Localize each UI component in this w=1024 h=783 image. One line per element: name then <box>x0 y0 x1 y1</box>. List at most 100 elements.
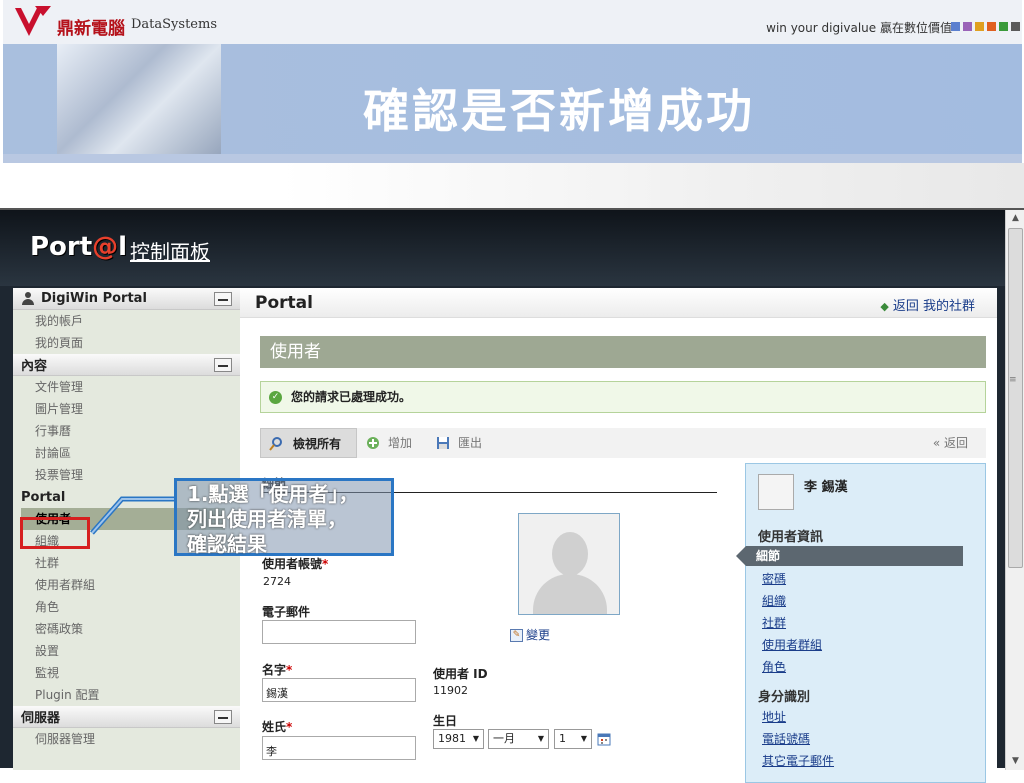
callout-line: 列出使用者清單， <box>187 507 347 531</box>
portal-logo[interactable]: Port@l <box>30 232 127 262</box>
sidebar-item-settings[interactable]: 設置 <box>13 640 240 662</box>
slide-title: 確認是否新增成功 <box>363 84 755 138</box>
add-label: 增加 <box>388 436 413 450</box>
sidebar-item-my-pages[interactable]: 我的頁面 <box>13 332 240 354</box>
company-name-en: DataSystems <box>131 17 217 32</box>
panel-link-other-emails[interactable]: 其它電子郵件 <box>762 752 834 769</box>
birthday-year-select[interactable]: 1981 <box>433 729 484 749</box>
sidebar-item-password-policies[interactable]: 密碼政策 <box>13 618 240 640</box>
first-name-label: 名字* <box>262 663 293 677</box>
collapse-icon[interactable] <box>214 709 232 724</box>
user-name: 李 錫漢 <box>804 480 848 495</box>
banner-bottom-bar <box>3 154 1022 163</box>
portrait-head <box>552 532 588 576</box>
banner-fade <box>280 163 1024 208</box>
callout-line: 1.點選「使用者」， <box>187 482 359 506</box>
export-label: 匯出 <box>458 436 483 450</box>
scroll-up-icon[interactable]: ▲ <box>1006 210 1024 227</box>
calendar-icon[interactable] <box>597 732 611 746</box>
back-to-community-link[interactable]: ◆ 返回 我的社群 <box>880 295 975 314</box>
save-icon <box>437 437 449 449</box>
color-squares <box>951 22 1020 31</box>
sidebar-section-content[interactable]: 內容 <box>13 354 240 376</box>
panel-link-organizations[interactable]: 組織 <box>762 592 786 609</box>
section-title-users: 使用者 <box>260 336 986 368</box>
top-bar: Port@l 控制面板 <box>0 210 1005 286</box>
color-square <box>987 22 996 31</box>
color-square <box>1011 22 1020 31</box>
panel-link-addresses[interactable]: 地址 <box>762 708 786 725</box>
change-link[interactable]: 變更 <box>526 628 550 642</box>
sidebar-item-roles[interactable]: 角色 <box>13 596 240 618</box>
sidebar-item-my-account[interactable]: 我的帳戶 <box>13 310 240 332</box>
panel-item-details[interactable]: 細節 <box>736 546 963 566</box>
sidebar-section-server[interactable]: 伺服器 <box>13 706 240 728</box>
change-photo[interactable]: ✎ 變更 <box>510 626 550 643</box>
sidebar-item-monitoring[interactable]: 監視 <box>13 662 240 684</box>
back-button[interactable]: « 返回 <box>933 428 968 458</box>
instruction-callout: 1.點選「使用者」， 列出使用者清單， 確認結果 <box>174 478 394 556</box>
color-square <box>963 22 972 31</box>
view-all-icon <box>269 437 282 451</box>
toolbar: 檢視所有 增加 匯出 « 返回 <box>260 428 986 458</box>
sidebar-item-calendar[interactable]: 行事曆 <box>13 420 240 442</box>
birthday-label: 生日 <box>433 714 458 728</box>
user-portrait <box>518 513 620 615</box>
sidebar-item-images[interactable]: 圖片管理 <box>13 398 240 420</box>
screen-name-value: 2724 <box>263 575 291 588</box>
section-title: 伺服器 <box>21 711 61 726</box>
user-id-value: 11902 <box>433 684 468 697</box>
edit-icon: ✎ <box>510 629 523 642</box>
main-header: Portal ◆ 返回 我的社群 <box>240 288 997 318</box>
color-square <box>975 22 984 31</box>
back-arrow-icon: ◆ <box>880 300 889 313</box>
user-icon <box>21 292 35 305</box>
panel-link-communities[interactable]: 社群 <box>762 614 786 631</box>
sidebar-item-documents[interactable]: 文件管理 <box>13 376 240 398</box>
scroll-down-icon[interactable]: ▼ <box>1006 753 1024 770</box>
panel-link-password[interactable]: 密碼 <box>762 570 786 587</box>
section-title: DigiWin Portal <box>41 291 147 306</box>
portal-screenshot: Port@l 控制面板 ▲ ≡ ▼ DigiWin Portal 我的帳戶 我的… <box>0 208 1024 783</box>
sidebar-section-digiwin[interactable]: DigiWin Portal <box>13 288 240 310</box>
panel-link-roles[interactable]: 角色 <box>762 658 786 675</box>
view-all-button[interactable]: 檢視所有 <box>260 428 357 458</box>
portrait-body <box>533 574 607 614</box>
screen-name-label: 使用者帳號* <box>262 557 329 571</box>
sidebar-item-user-groups[interactable]: 使用者群組 <box>13 574 240 596</box>
sidebar-item-server-admin[interactable]: 伺服器管理 <box>13 728 240 750</box>
check-icon: ✓ <box>269 391 282 404</box>
view-all-label: 檢視所有 <box>293 437 342 451</box>
user-id-label: 使用者 ID <box>433 667 488 681</box>
sidebar-item-forum[interactable]: 討論區 <box>13 442 240 464</box>
panel-link-phones[interactable]: 電話號碼 <box>762 730 810 747</box>
user-info-panel: 李 錫漢 使用者資訊 細節 密碼 組織 社群 使用者群組 角色 身分識別 地址 … <box>736 463 986 783</box>
section-title: 內容 <box>21 359 48 374</box>
export-button[interactable]: 匯出 <box>436 428 482 458</box>
back-link-text[interactable]: 返回 我的社群 <box>893 299 975 314</box>
birthday-day-select[interactable]: 1 <box>554 729 592 749</box>
last-name-field[interactable]: 李 <box>262 736 416 760</box>
control-panel-link[interactable]: 控制面板 <box>130 236 210 265</box>
staircase-image <box>57 44 221 154</box>
slide-banner: 鼎新電腦 DataSystems win your digivalue 贏在數位… <box>3 0 1022 163</box>
company-name: 鼎新電腦 <box>57 19 125 39</box>
birthday-month-select[interactable]: 一月 <box>488 729 549 749</box>
email-field[interactable] <box>262 620 416 644</box>
page-title: Portal <box>255 293 313 313</box>
add-button[interactable]: 增加 <box>366 428 412 458</box>
highlight-box <box>20 517 90 549</box>
color-square <box>951 22 960 31</box>
scrollbar[interactable]: ▲ ≡ ▼ <box>1005 210 1024 770</box>
logo-strip: 鼎新電腦 DataSystems win your digivalue 贏在數位… <box>3 0 1022 44</box>
color-square <box>999 22 1008 31</box>
callout-connector <box>90 496 174 535</box>
scroll-grip-icon: ≡ <box>1009 375 1017 385</box>
scroll-thumb[interactable] <box>1008 228 1023 568</box>
sidebar-item-plugins[interactable]: Plugin 配置 <box>13 684 240 706</box>
user-avatar <box>758 474 794 510</box>
collapse-icon[interactable] <box>214 291 232 306</box>
panel-link-user-groups[interactable]: 使用者群組 <box>762 636 822 653</box>
first-name-field[interactable]: 錫漢 <box>262 678 416 702</box>
collapse-icon[interactable] <box>214 357 232 372</box>
